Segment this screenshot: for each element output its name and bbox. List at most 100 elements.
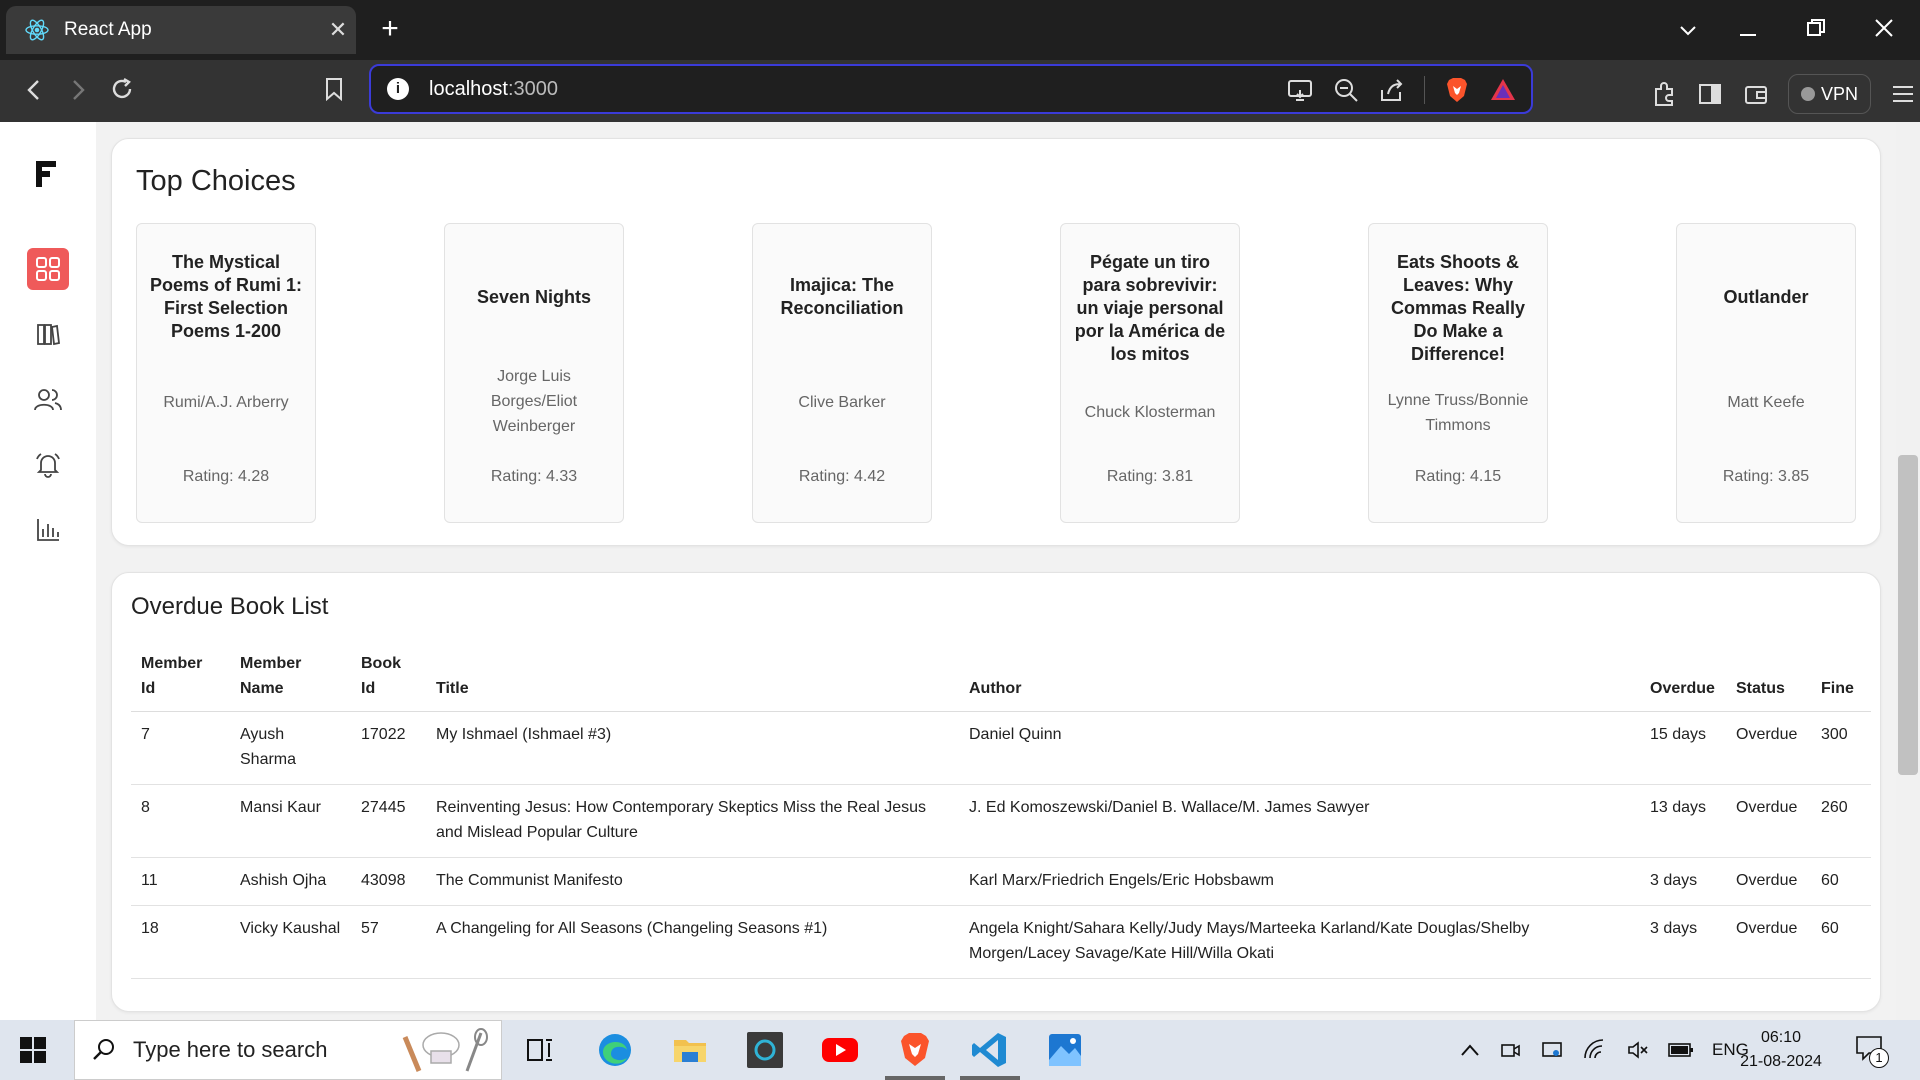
- menu-icon[interactable]: [1889, 80, 1917, 108]
- cortana-app-icon[interactable]: [745, 1030, 785, 1070]
- bookmark-icon[interactable]: [316, 74, 352, 110]
- address-bar[interactable]: i localhost:3000: [369, 64, 1533, 114]
- cell-member-name: Vicky Kaushal: [230, 905, 351, 979]
- overdue-table: Member Id Member Name Book Id Title Auth…: [131, 651, 1871, 979]
- table-row[interactable]: 7 Ayush Sharma 17022 My Ishmael (Ishmael…: [131, 711, 1871, 785]
- table-row[interactable]: 18 Vicky Kaushal 57 A Changeling for All…: [131, 905, 1871, 979]
- brave-rewards-icon[interactable]: [1489, 76, 1517, 104]
- book-card[interactable]: Imajica: The Reconciliation Clive Barker…: [752, 223, 932, 523]
- brave-browser-icon[interactable]: [895, 1030, 935, 1070]
- table-header-row: Member Id Member Name Book Id Title Auth…: [131, 651, 1871, 712]
- tab-search-chevron-icon[interactable]: [1668, 12, 1708, 48]
- url-text[interactable]: localhost:3000: [429, 78, 558, 101]
- column-header-author[interactable]: Author: [959, 651, 1640, 712]
- taskbar-search-box[interactable]: Type here to search: [74, 1020, 502, 1080]
- vpn-label: VPN: [1821, 83, 1859, 104]
- cell-member-name: Mansi Kaur: [230, 784, 351, 858]
- book-title: Imajica: The Reconciliation: [780, 275, 904, 318]
- cell-member-id: 8: [131, 784, 230, 858]
- browser-tab[interactable]: React App ✕: [6, 6, 356, 54]
- book-rating: Rating: 4.28: [182, 468, 270, 485]
- cell-overdue: 3 days: [1640, 905, 1726, 979]
- sidebar-item-notifications[interactable]: [27, 443, 69, 485]
- restore-icon[interactable]: [1796, 12, 1836, 48]
- wifi-icon[interactable]: [1582, 1038, 1608, 1062]
- site-info-icon[interactable]: i: [387, 78, 409, 100]
- device-connect-icon[interactable]: [1540, 1038, 1564, 1062]
- chef-hat-search-highlight-icon: [402, 1028, 488, 1072]
- book-author: Chuck Klosterman: [1084, 404, 1216, 421]
- sidebar-item-dashboard[interactable]: [27, 248, 69, 290]
- cell-member-name: Ashish Ojha: [230, 857, 351, 906]
- notification-center-icon[interactable]: 1: [1855, 1034, 1889, 1068]
- minimize-icon[interactable]: [1728, 12, 1768, 48]
- books-icon: [37, 324, 60, 346]
- book-card[interactable]: Seven Nights Jorge Luis Borges/Eliot Wei…: [444, 223, 624, 523]
- table-row[interactable]: 8 Mansi Kaur 27445 Reinventing Jesus: Ho…: [131, 784, 1871, 858]
- volume-muted-icon[interactable]: [1626, 1038, 1650, 1062]
- sidebar-toggle-icon[interactable]: [1696, 80, 1724, 108]
- brave-shield-icon[interactable]: [1443, 76, 1471, 104]
- cell-overdue: 13 days: [1640, 784, 1726, 858]
- zoom-out-icon[interactable]: [1332, 76, 1360, 104]
- cell-member-id: 11: [131, 857, 230, 906]
- forward-icon[interactable]: [60, 74, 96, 110]
- close-window-icon[interactable]: [1864, 12, 1904, 48]
- cell-author: Angela Knight/Sahara Kelly/Judy Mays/Mar…: [959, 905, 1640, 979]
- cell-title: The Communist Manifesto: [426, 857, 959, 906]
- book-rating: Rating: 3.81: [1106, 468, 1194, 485]
- book-title: Eats Shoots & Leaves: Why Commas Really …: [1390, 252, 1526, 364]
- taskbar-clock[interactable]: 06:10 21-08-2024: [1735, 1026, 1827, 1074]
- meet-now-icon[interactable]: [1498, 1038, 1522, 1062]
- dashboard-icon: [36, 257, 60, 281]
- table-row[interactable]: 11 Ashish Ojha 43098 The Communist Manif…: [131, 857, 1871, 906]
- photos-icon[interactable]: [1045, 1030, 1085, 1070]
- book-author: Lynne Truss/Bonnie Timmons: [1387, 392, 1529, 434]
- cell-book-id: 43098: [351, 857, 426, 906]
- react-icon: [25, 19, 49, 41]
- extensions-icon[interactable]: [1650, 80, 1678, 108]
- clock-time: 06:10: [1760, 1029, 1802, 1046]
- sidebar-item-reports[interactable]: [27, 509, 69, 551]
- file-explorer-icon[interactable]: [670, 1030, 710, 1070]
- back-icon[interactable]: [16, 74, 52, 110]
- battery-icon[interactable]: [1668, 1040, 1694, 1060]
- column-header-book-id[interactable]: Book Id: [351, 651, 426, 712]
- new-tab-button[interactable]: +: [372, 12, 408, 48]
- book-author: Rumi/A.J. Arberry: [163, 394, 289, 411]
- scrollbar-thumb[interactable]: [1898, 455, 1918, 775]
- share-icon[interactable]: [1378, 76, 1406, 104]
- vpn-button[interactable]: VPN: [1788, 74, 1872, 114]
- book-author: Clive Barker: [798, 394, 886, 411]
- youtube-icon[interactable]: [820, 1030, 860, 1070]
- chevron-up-icon[interactable]: [1460, 1043, 1480, 1057]
- column-header-title[interactable]: Title: [426, 651, 959, 712]
- vscode-icon[interactable]: [970, 1030, 1010, 1070]
- overdue-title: Overdue Book List: [131, 593, 329, 620]
- task-view-icon[interactable]: [520, 1030, 560, 1070]
- book-card[interactable]: Pégate un tiro para sobrevivir: un viaje…: [1060, 223, 1240, 523]
- wallet-icon[interactable]: [1742, 80, 1770, 108]
- book-card[interactable]: The Mystical Poems of Rumi 1: First Sele…: [136, 223, 316, 523]
- column-header-fine[interactable]: Fine: [1811, 651, 1871, 712]
- column-header-status[interactable]: Status: [1726, 651, 1811, 712]
- sidebar-item-members[interactable]: [27, 379, 69, 421]
- sidebar-item-books[interactable]: [27, 313, 69, 355]
- cell-member-id: 7: [131, 711, 230, 785]
- taskbar-search-placeholder: Type here to search: [133, 1037, 328, 1062]
- book-rating: Rating: 4.33: [490, 468, 578, 485]
- column-header-member-id[interactable]: Member Id: [131, 651, 230, 712]
- cell-author: Daniel Quinn: [959, 711, 1640, 785]
- book-card[interactable]: Eats Shoots & Leaves: Why Commas Really …: [1368, 223, 1548, 523]
- tab-close-icon[interactable]: ✕: [320, 17, 356, 43]
- cell-title: My Ishmael (Ishmael #3): [426, 711, 959, 785]
- windows-start-icon[interactable]: [20, 1037, 46, 1063]
- app-logo[interactable]: [34, 154, 58, 199]
- edge-icon[interactable]: [595, 1030, 635, 1070]
- reload-icon[interactable]: [104, 74, 140, 110]
- column-header-member-name[interactable]: Member Name: [230, 651, 351, 712]
- cast-icon[interactable]: [1286, 76, 1314, 104]
- book-rating: Rating: 3.85: [1722, 468, 1810, 485]
- book-card[interactable]: Outlander Matt Keefe Rating: 3.85: [1676, 223, 1856, 523]
- column-header-overdue[interactable]: Overdue: [1640, 651, 1726, 712]
